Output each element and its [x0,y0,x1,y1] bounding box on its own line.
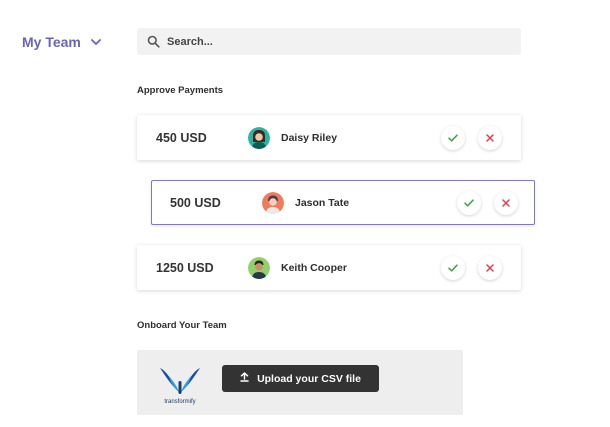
reject-button[interactable] [494,190,518,215]
reject-button[interactable] [478,125,502,150]
check-icon [448,259,458,277]
approve-button[interactable] [441,125,465,150]
close-icon [502,194,510,212]
onboard-team-heading: Onboard Your Team [137,320,227,331]
search-icon [147,35,161,49]
approve-button[interactable] [441,255,465,280]
person-name: Jason Tate [295,196,350,209]
check-icon [464,194,474,212]
close-icon [486,129,494,147]
payment-card[interactable]: 450 USD Daisy Riley [137,115,521,160]
upload-csv-label: Upload your CSV file [257,372,361,385]
company-logo: transformify [156,359,204,409]
person-name: Keith Cooper [281,261,347,274]
search-bar [137,28,521,55]
payment-card-selected[interactable]: 500 USD Jason Tate [151,180,535,225]
close-icon [486,259,494,277]
approve-payments-heading: Approve Payments [137,85,224,96]
person-name: Daisy Riley [281,131,338,144]
team-switcher-label: My Team [22,34,81,50]
payment-amount: 450 USD [156,130,207,145]
chevron-down-icon [90,38,101,46]
upload-csv-button[interactable]: Upload your CSV file [222,365,379,392]
avatar [248,126,270,149]
avatar [248,256,270,279]
upload-icon [240,372,249,385]
team-switcher[interactable]: My Team [22,32,101,52]
search-input[interactable] [167,35,507,48]
onboard-panel: transformify Upload your CSV file [137,350,463,415]
payment-amount: 1250 USD [156,260,214,275]
reject-button[interactable] [478,255,502,280]
check-icon [448,129,458,147]
logo-text: transformify [164,399,196,405]
payment-card[interactable]: 1250 USD Keith Cooper [137,245,521,290]
approve-button[interactable] [457,190,481,215]
payment-amount: 500 USD [170,195,221,210]
avatar [262,191,284,214]
